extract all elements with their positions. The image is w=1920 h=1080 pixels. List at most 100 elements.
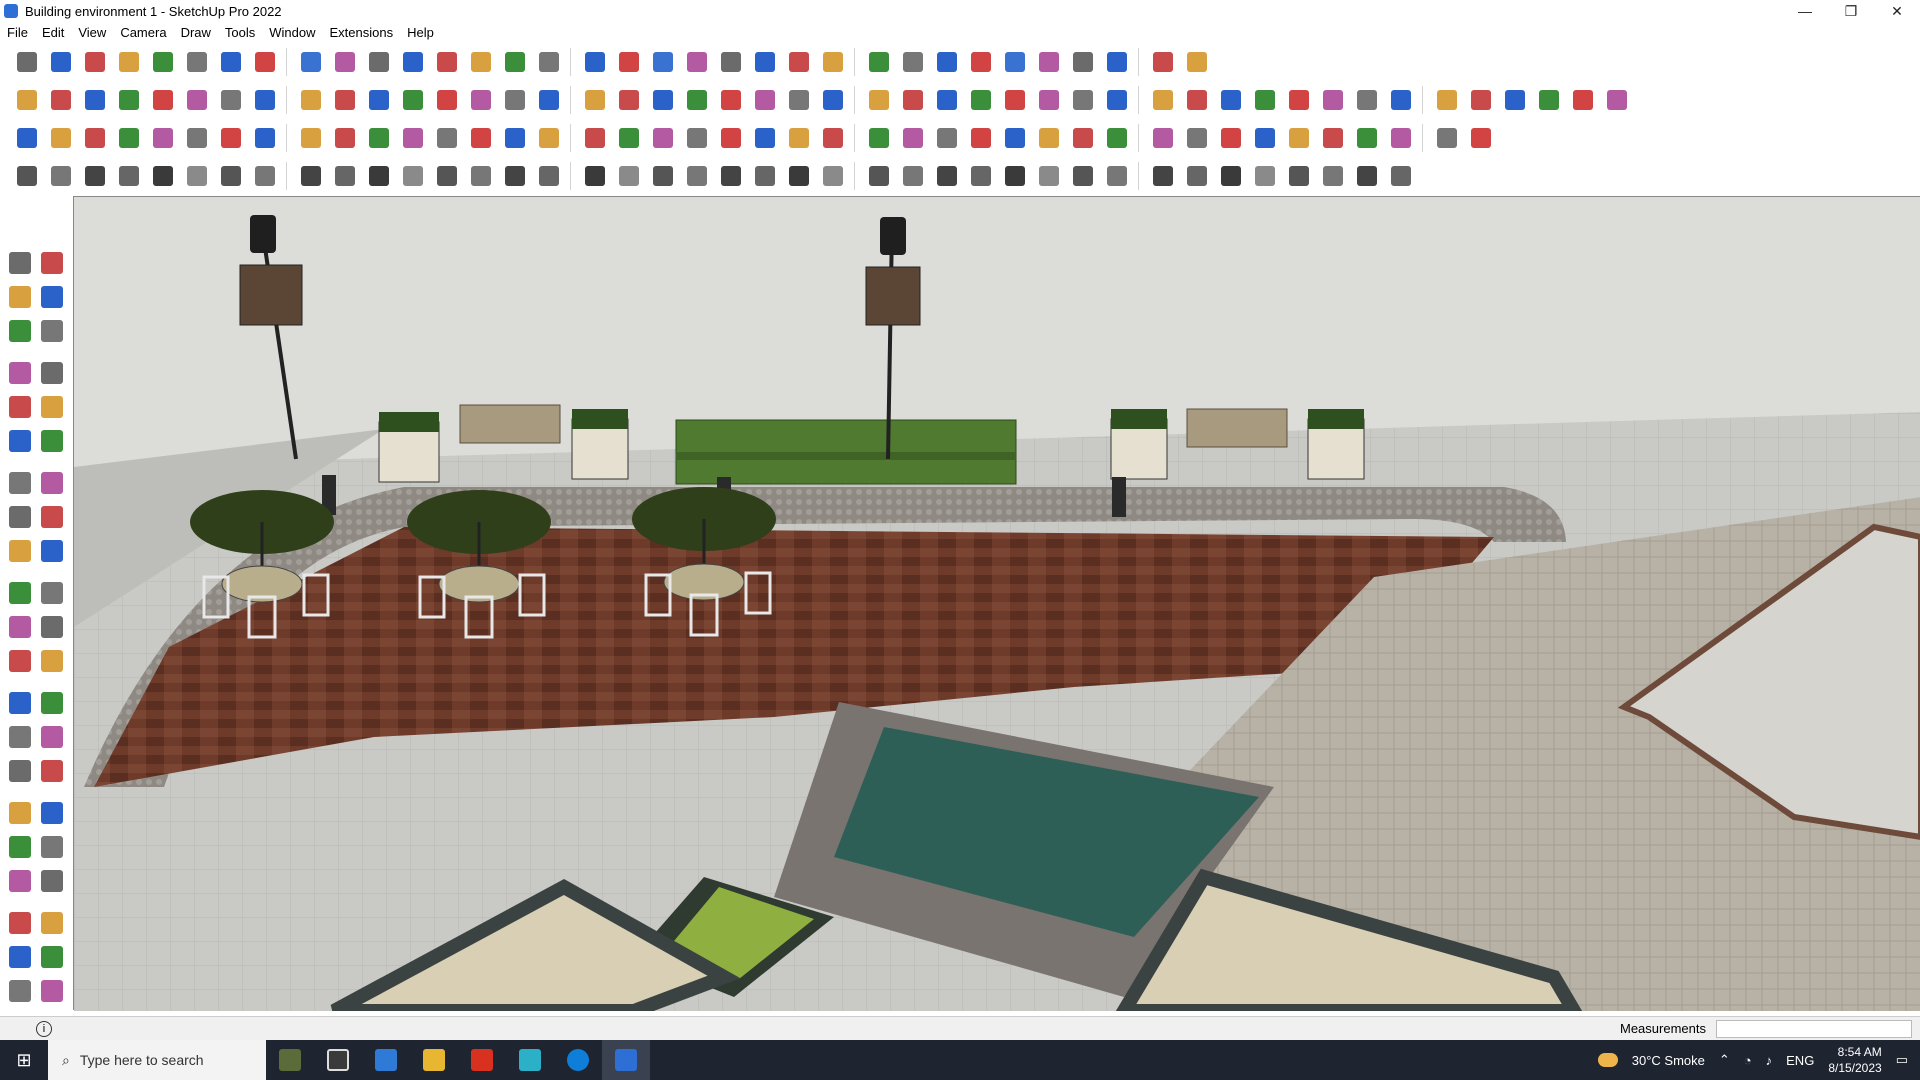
- tool-button-r3-11[interactable]: [362, 122, 396, 154]
- tool-button-r3-31[interactable]: [1066, 122, 1100, 154]
- tool-button-r2-27[interactable]: [930, 84, 964, 116]
- tool-button-r1-29[interactable]: [998, 46, 1032, 78]
- tool-button-r3-18[interactable]: [612, 122, 646, 154]
- tool-button-r2-20[interactable]: [680, 84, 714, 116]
- tool-button-r1-3[interactable]: [78, 46, 112, 78]
- tool-button-r2-13[interactable]: [430, 84, 464, 116]
- zoom-icon[interactable]: [4, 796, 36, 830]
- chevron-up-icon[interactable]: ⌃: [1719, 1052, 1730, 1068]
- tool-button-r4-17[interactable]: [578, 160, 612, 192]
- tool-button-r3-36[interactable]: [1248, 122, 1282, 154]
- tool-button-r1-16[interactable]: [532, 46, 566, 78]
- tool-button-r1-23[interactable]: [782, 46, 816, 78]
- tool-button-r3-4[interactable]: [112, 122, 146, 154]
- tool-button-r2-16[interactable]: [532, 84, 566, 116]
- push-pull-icon[interactable]: [36, 534, 68, 568]
- tool-button-r4-39[interactable]: [1350, 160, 1384, 192]
- language-indicator[interactable]: ENG: [1786, 1053, 1814, 1068]
- tool-button-r2-46[interactable]: [1600, 84, 1634, 116]
- follow-me-icon[interactable]: [36, 576, 68, 610]
- tool-button-r4-7[interactable]: [214, 160, 248, 192]
- tool-button-r3-41[interactable]: [1430, 122, 1464, 154]
- tool-button-r2-25[interactable]: [862, 84, 896, 116]
- tool-button-r1-8[interactable]: [248, 46, 282, 78]
- look-around-icon[interactable]: [36, 864, 68, 898]
- tool-button-r1-20[interactable]: [680, 46, 714, 78]
- tool-button-r1-32[interactable]: [1100, 46, 1134, 78]
- widgets-app[interactable]: [266, 1040, 314, 1080]
- menu-extensions[interactable]: Extensions: [323, 25, 401, 40]
- tool-button-r4-20[interactable]: [680, 160, 714, 192]
- tool-button-r2-10[interactable]: [328, 84, 362, 116]
- taskbar-search[interactable]: ⌕ Type here to search: [48, 1040, 266, 1080]
- tool-button-r1-26[interactable]: [896, 46, 930, 78]
- tool-button-r3-34[interactable]: [1180, 122, 1214, 154]
- tool-button-r4-21[interactable]: [714, 160, 748, 192]
- tool-button-r1-31[interactable]: [1066, 46, 1100, 78]
- tool-button-r4-26[interactable]: [896, 160, 930, 192]
- tool-button-r3-40[interactable]: [1384, 122, 1418, 154]
- tool-button-r3-23[interactable]: [782, 122, 816, 154]
- tool-button-r2-42[interactable]: [1464, 84, 1498, 116]
- tool-button-r2-17[interactable]: [578, 84, 612, 116]
- zoom-extents-icon[interactable]: [4, 830, 36, 864]
- tool-button-r4-14[interactable]: [464, 160, 498, 192]
- tool-button-r4-28[interactable]: [964, 160, 998, 192]
- polygon-icon[interactable]: [36, 424, 68, 458]
- tool-button-r2-22[interactable]: [748, 84, 782, 116]
- tool-button-r4-23[interactable]: [782, 160, 816, 192]
- tool-button-r4-29[interactable]: [998, 160, 1032, 192]
- tool-button-r3-30[interactable]: [1032, 122, 1066, 154]
- rectangle-icon[interactable]: [4, 390, 36, 424]
- tool-button-r4-1[interactable]: [10, 160, 44, 192]
- tool-button-r4-38[interactable]: [1316, 160, 1350, 192]
- dimension-icon[interactable]: [36, 644, 68, 678]
- tool-button-r3-15[interactable]: [498, 122, 532, 154]
- tool-button-r2-1[interactable]: [10, 84, 44, 116]
- tool-button-r2-4[interactable]: [112, 84, 146, 116]
- tool-button-r3-16[interactable]: [532, 122, 566, 154]
- tool-button-r1-22[interactable]: [748, 46, 782, 78]
- tool-button-r4-27[interactable]: [930, 160, 964, 192]
- tool-button-r4-8[interactable]: [248, 160, 282, 192]
- move-icon[interactable]: [4, 534, 36, 568]
- minimize-button[interactable]: —: [1782, 0, 1828, 22]
- tool-button-r3-32[interactable]: [1100, 122, 1134, 154]
- tool-button-r2-18[interactable]: [612, 84, 646, 116]
- pie-icon[interactable]: [36, 466, 68, 500]
- tool-button-r4-9[interactable]: [294, 160, 328, 192]
- tool-button-r3-21[interactable]: [714, 122, 748, 154]
- tool-button-r1-14[interactable]: [464, 46, 498, 78]
- select-icon[interactable]: [4, 246, 36, 280]
- tool-button-r1-18[interactable]: [612, 46, 646, 78]
- tool-button-r4-31[interactable]: [1066, 160, 1100, 192]
- tool-button-r2-43[interactable]: [1498, 84, 1532, 116]
- tape-measure-icon[interactable]: [4, 644, 36, 678]
- orbit-icon[interactable]: [36, 246, 68, 280]
- menu-file[interactable]: File: [0, 25, 35, 40]
- tool-button-r2-26[interactable]: [896, 84, 930, 116]
- tool-button-r3-29[interactable]: [998, 122, 1032, 154]
- info-icon[interactable]: i: [36, 1020, 52, 1037]
- tool-button-r3-25[interactable]: [862, 122, 896, 154]
- tool-button-r3-10[interactable]: [328, 122, 362, 154]
- layers-icon[interactable]: [4, 940, 36, 974]
- paint-bucket-icon[interactable]: [4, 280, 36, 314]
- arc-icon[interactable]: [4, 466, 36, 500]
- tool-button-r1-10[interactable]: [328, 46, 362, 78]
- tool-button-r3-24[interactable]: [816, 122, 850, 154]
- tool-button-r2-40[interactable]: [1384, 84, 1418, 116]
- file-explorer-app[interactable]: [410, 1040, 458, 1080]
- tool-button-r4-18[interactable]: [612, 160, 646, 192]
- tool-button-r2-36[interactable]: [1248, 84, 1282, 116]
- tool-button-r3-6[interactable]: [180, 122, 214, 154]
- eraser-icon[interactable]: [36, 280, 68, 314]
- tool-button-r4-5[interactable]: [146, 160, 180, 192]
- tool-button-r2-24[interactable]: [816, 84, 850, 116]
- tool-button-r4-36[interactable]: [1248, 160, 1282, 192]
- tool-button-r1-21[interactable]: [714, 46, 748, 78]
- tool-button-r2-8[interactable]: [248, 84, 282, 116]
- pan-icon[interactable]: [36, 754, 68, 788]
- tool-button-r3-37[interactable]: [1282, 122, 1316, 154]
- tool-button-r2-44[interactable]: [1532, 84, 1566, 116]
